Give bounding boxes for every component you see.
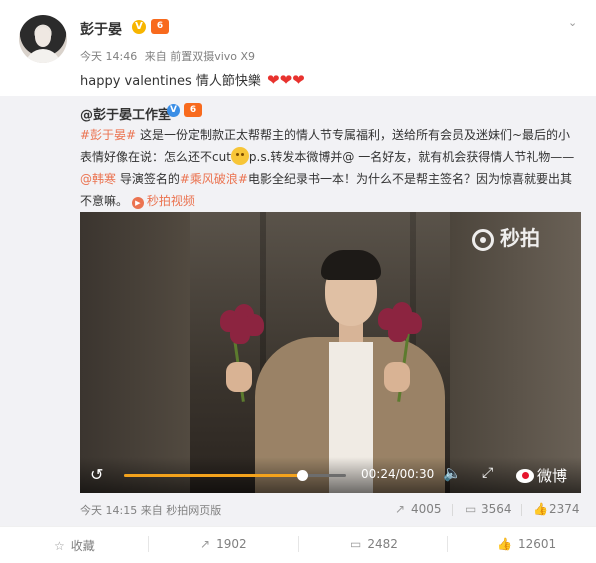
thumbs-up-icon: 👍 xyxy=(533,502,548,516)
video-link-label: 秒拍视频 xyxy=(146,194,195,208)
chevron-down-icon[interactable]: ⌄ xyxy=(568,16,582,30)
volume-icon[interactable]: 🔈 xyxy=(443,464,462,482)
comment-label: 2482 xyxy=(367,537,398,551)
video-progress-knob[interactable] xyxy=(296,470,308,481)
replay-icon[interactable]: ↺ xyxy=(90,465,103,484)
weibo-post-card: 彭于晏 V 6 今天 14:46 来自 前置双摄vivo X9 ⌄ happy … xyxy=(0,0,596,563)
avatar-shirt xyxy=(25,49,61,63)
post-source[interactable]: 来自 前置双摄vivo X9 xyxy=(145,50,255,63)
video-progress-fill xyxy=(124,474,302,477)
comment-button[interactable]: ▭ 2482 xyxy=(350,537,398,551)
hashtag-link[interactable]: #乘风破浪# xyxy=(180,172,248,186)
comment-count-value: 3564 xyxy=(481,502,512,516)
repost-icon: ↗ xyxy=(395,502,406,516)
watermark-text: 秒拍 xyxy=(500,226,540,250)
repost-author-name[interactable]: @彭于晏工作室 xyxy=(80,104,171,123)
repost-text-part: 导演签名的 xyxy=(116,172,180,186)
miaopai-logo-icon xyxy=(472,229,494,251)
post-time[interactable]: 今天 14:46 xyxy=(80,50,137,63)
divider xyxy=(148,536,149,552)
divider xyxy=(521,504,522,516)
star-icon: ☆ xyxy=(54,539,65,553)
like-count-value: 2374 xyxy=(549,502,580,516)
repost-count-value: 4005 xyxy=(411,502,442,516)
like-button[interactable]: 👍 12601 xyxy=(497,537,556,551)
post-meta: 今天 14:46 来自 前置双摄vivo X9 xyxy=(80,48,259,64)
video-progress-bar[interactable] xyxy=(124,470,346,481)
video-player[interactable] xyxy=(80,212,581,493)
post-body: happy valentines 情人節快樂 xyxy=(80,74,261,89)
comment-icon: ▭ xyxy=(465,502,477,516)
repost-text: #彭于晏# 这是一份定制款正太帮帮主的情人节专属福利，送给所有会员及迷妹们~最后… xyxy=(80,124,580,212)
comment-icon: ▭ xyxy=(350,537,362,551)
video-scene-cabinet xyxy=(450,212,581,493)
repost-button[interactable]: ↗ 1902 xyxy=(200,537,247,551)
divider xyxy=(447,536,448,552)
like-label: 12601 xyxy=(517,537,557,551)
repost-time[interactable]: 今天 14:15 xyxy=(80,504,137,517)
video-scene-door xyxy=(80,212,190,493)
video-link[interactable]: ▶ 秒拍视频 xyxy=(131,194,195,209)
mention-link[interactable]: @韩寒 xyxy=(80,172,116,186)
hand-left xyxy=(226,362,252,392)
verified-badge-icon: V xyxy=(132,20,146,34)
hand-right xyxy=(384,362,410,392)
weibo-brand-text: 微博 xyxy=(537,467,568,485)
hashtag-link[interactable]: #彭于晏# xyxy=(80,128,136,142)
author-name[interactable]: 彭于晏 xyxy=(80,19,122,39)
repost-label: 1902 xyxy=(216,537,247,551)
divider xyxy=(452,504,453,516)
heart-emoji-icon: ❤❤❤ xyxy=(267,71,305,89)
thumbs-up-icon: 👍 xyxy=(497,537,512,551)
weibo-logo-icon xyxy=(516,469,534,483)
play-icon: ▶ xyxy=(131,197,144,209)
miaopai-watermark: 秒拍 xyxy=(472,222,540,251)
repost-source[interactable]: 来自 秒拍网页版 xyxy=(141,504,222,517)
verified-badge-icon: V xyxy=(167,104,180,117)
smiley-emoji-icon xyxy=(230,147,249,165)
vip-badge-icon: 6 xyxy=(151,19,169,34)
repost-count[interactable]: ↗ 4005 xyxy=(395,502,442,516)
like-count[interactable]: 👍2374 xyxy=(533,502,580,516)
divider xyxy=(298,536,299,552)
avatar-face xyxy=(35,27,51,47)
flower-icon xyxy=(220,304,264,344)
video-person-hair xyxy=(321,250,381,280)
flower-icon xyxy=(378,302,422,342)
fullscreen-icon[interactable]: ⤢ xyxy=(482,465,493,481)
favorite-label: 收藏 xyxy=(70,539,95,553)
author-avatar[interactable] xyxy=(19,15,67,63)
weibo-brand: 微博 xyxy=(516,465,567,486)
repost-meta: 今天 14:15 来自 秒拍网页版 xyxy=(80,502,221,518)
favorite-button[interactable]: ☆ 收藏 xyxy=(54,537,95,554)
repost-text-part: p.s.转发本微博并@ 一名好友，就有机会获得情人节礼物—— xyxy=(248,150,575,164)
vip-badge-icon: 6 xyxy=(184,103,202,117)
post-text: happy valentines 情人節快樂 ❤❤❤ xyxy=(80,70,305,89)
video-time: 00:24/00:30 xyxy=(361,467,435,481)
repost-icon: ↗ xyxy=(200,537,211,551)
comment-count[interactable]: ▭ 3564 xyxy=(465,502,512,516)
